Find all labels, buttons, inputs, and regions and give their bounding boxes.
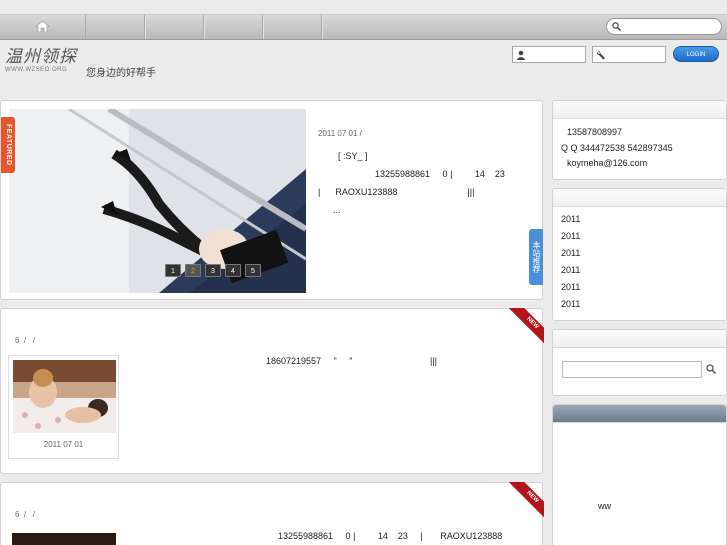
site-recommend-tab[interactable]: 本站推荐: [529, 229, 543, 285]
slide-pager: 1 2 3 4 5: [165, 264, 261, 277]
featured-ribbon: FEATURED: [1, 117, 15, 173]
post-1-date: 2011 07 01: [43, 440, 84, 449]
slide-page-2[interactable]: 2: [185, 264, 201, 277]
featured-line-2: 13255988861 0 | 14 23: [375, 169, 505, 179]
archive-item[interactable]: 2011: [561, 248, 580, 265]
contact-qq: Q Q 344472538 542897345: [561, 143, 673, 153]
post-1-thumbnail[interactable]: 2011 07 01: [8, 355, 119, 459]
post-2-photo[interactable]: [12, 533, 116, 545]
login-button[interactable]: LOGIN: [673, 46, 719, 62]
sidebar-search-input[interactable]: [562, 361, 702, 378]
contact-email[interactable]: koymeha@126.com: [567, 158, 647, 168]
sidebar-archives: 2011 2011 2011 2011 2011 2011: [552, 188, 727, 321]
contact-header: [553, 101, 726, 119]
archive-item[interactable]: 2011: [561, 265, 580, 282]
archive-item[interactable]: 2011: [561, 299, 580, 316]
site-logo[interactable]: 温州领探 WWW.WZSEO.ORG: [5, 48, 77, 80]
archive-item[interactable]: 2011: [561, 231, 580, 248]
contact-phone: 13587808997: [567, 127, 623, 137]
nav-item-4[interactable]: [263, 15, 322, 39]
slide-page-1[interactable]: 1: [165, 264, 181, 277]
post-2-crumbs: 6 / /: [15, 510, 36, 519]
archive-item[interactable]: 2011: [561, 282, 580, 299]
nav-item-2[interactable]: [145, 15, 204, 39]
widget-header: [553, 405, 726, 423]
archive-item[interactable]: 2011: [561, 214, 580, 231]
archive-list: 2011 2011 2011 2011 2011 2011: [561, 214, 580, 316]
sidebar-widget: ww: [552, 404, 727, 545]
search-icon[interactable]: [706, 364, 716, 374]
user-icon: [516, 50, 526, 60]
sidebar-search: [552, 329, 727, 396]
search-icon: [612, 22, 621, 31]
featured-slide-image[interactable]: [9, 109, 306, 293]
archives-header: [553, 189, 726, 207]
wrench-icon: [596, 51, 605, 60]
top-search-input[interactable]: [625, 21, 717, 32]
featured-more[interactable]: ...: [333, 205, 341, 215]
username-input[interactable]: [529, 49, 583, 60]
home-icon: [36, 21, 49, 32]
top-nav-bar: [0, 14, 727, 40]
slide-page-3[interactable]: 3: [205, 264, 221, 277]
slide-photo: [9, 109, 306, 293]
featured-line-3: | RAOXU123888 |||: [318, 187, 475, 197]
post-2-excerpt: 13255988861 0 | 14 23 | RAOXU123888: [278, 531, 503, 541]
username-field[interactable]: [512, 46, 586, 63]
logo-text: 温州领探: [5, 47, 77, 67]
password-field[interactable]: [592, 46, 666, 63]
featured-date: 2011 07 01 /: [318, 129, 362, 138]
logo-url: WWW.WZSEO.ORG: [5, 67, 68, 73]
widget-text: ww: [598, 501, 611, 511]
nav-item-3[interactable]: [204, 15, 263, 39]
search-header: [553, 330, 726, 348]
password-input[interactable]: [609, 49, 663, 60]
featured-card: FEATURED 本站推荐: [0, 100, 543, 300]
nav-item-1[interactable]: [86, 15, 145, 39]
site-slogan: 您身边的好帮手: [86, 68, 156, 79]
new-badge: NEW: [506, 482, 544, 520]
new-badge: NEW: [506, 308, 544, 346]
home-button[interactable]: [0, 15, 86, 39]
slide-page-4[interactable]: 4: [225, 264, 241, 277]
post-1-photo: [13, 360, 116, 433]
post-1-excerpt: 18607219557 " " |||: [266, 356, 437, 366]
sidebar-contact: 13587808997 Q Q 344472538 542897345 koym…: [552, 100, 727, 180]
slide-page-5[interactable]: 5: [245, 264, 261, 277]
post-1-crumbs: 6 / /: [15, 336, 36, 345]
featured-title[interactable]: [ :SY_ ]: [338, 151, 368, 161]
top-search-box[interactable]: [606, 18, 722, 35]
